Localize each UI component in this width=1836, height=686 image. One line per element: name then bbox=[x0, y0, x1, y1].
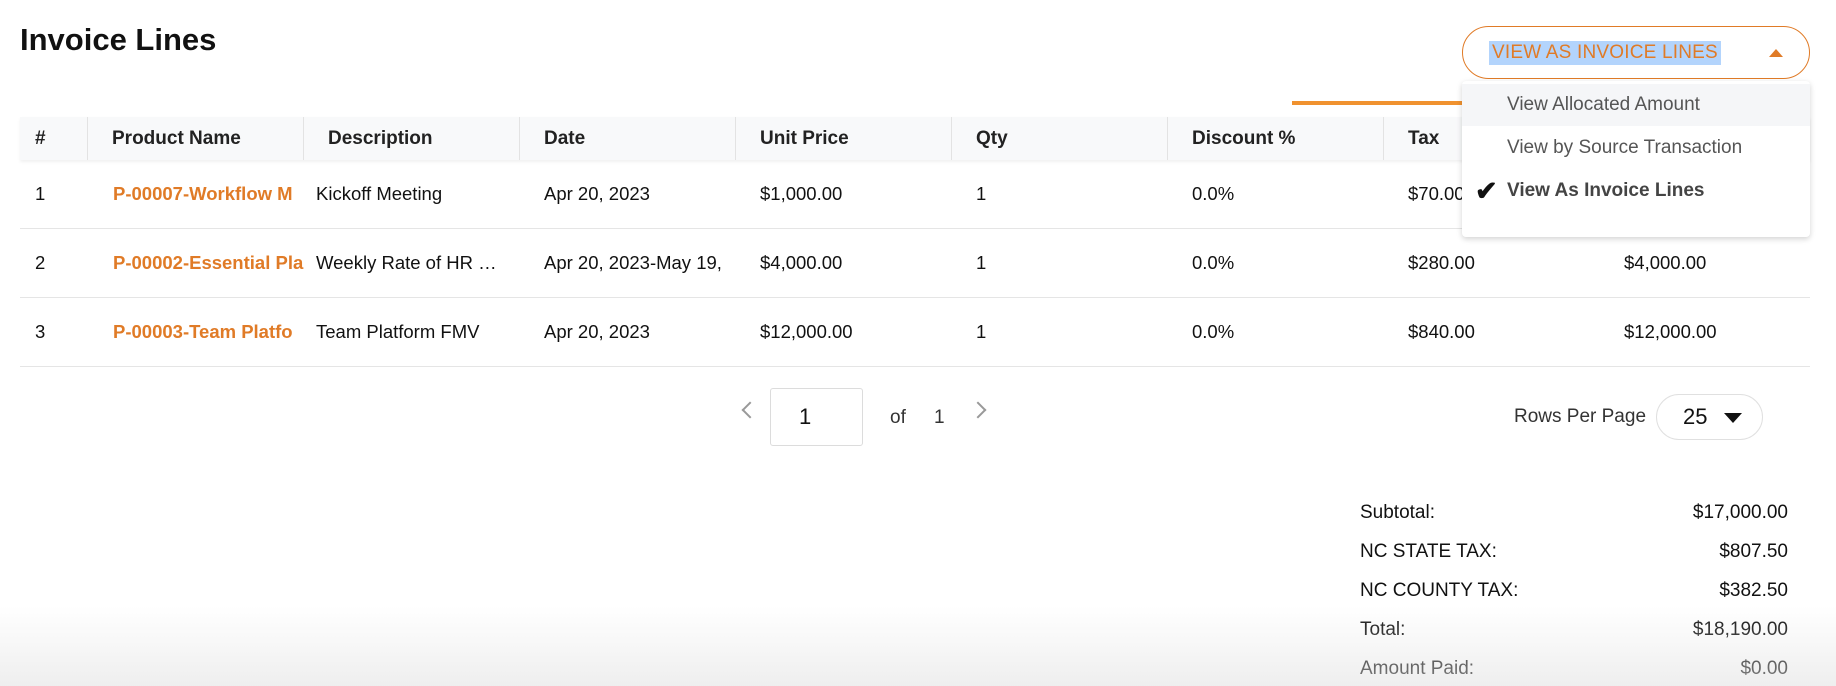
totals-label: Total: bbox=[1360, 618, 1406, 640]
chevron-right-icon[interactable] bbox=[969, 401, 987, 419]
row-number: 2 bbox=[35, 252, 46, 273]
rows-per-page-label: Rows Per Page bbox=[1514, 406, 1647, 427]
row-discount: 0.0% bbox=[1192, 252, 1235, 273]
rows-per-page-value: 25 bbox=[1683, 404, 1708, 429]
row-date: Apr 20, 2023 bbox=[544, 321, 650, 342]
row-unit-price: $1,000.00 bbox=[760, 183, 843, 204]
table-row: 3 P-00003-Team Platfo Team Platform FMV … bbox=[20, 298, 1810, 367]
rows-per-page-select[interactable]: 25 bbox=[1656, 394, 1763, 440]
totals-value: $0.00 bbox=[1740, 657, 1788, 679]
chevron-left-icon[interactable] bbox=[741, 401, 759, 419]
row-description: Kickoff Meeting bbox=[316, 183, 443, 204]
menu-item-view-as-invoice-lines[interactable]: ✔ View As Invoice Lines bbox=[1462, 170, 1810, 212]
view-mode-selected-label: VIEW AS INVOICE LINES bbox=[1489, 40, 1721, 65]
column-header-description[interactable]: Description bbox=[304, 117, 520, 160]
row-description: Team Platform FMV bbox=[316, 321, 480, 342]
menu-item-label: View As Invoice Lines bbox=[1507, 180, 1705, 201]
annotation-arrow-shaft bbox=[1292, 101, 1470, 105]
menu-item-label: View Allocated Amount bbox=[1507, 94, 1700, 115]
caret-down-icon bbox=[1724, 413, 1742, 423]
column-header-product-name[interactable]: Product Name bbox=[88, 117, 304, 160]
row-tax: $280.00 bbox=[1408, 252, 1475, 273]
column-header-number[interactable]: # bbox=[20, 117, 88, 160]
row-qty: 1 bbox=[976, 321, 987, 342]
table-row: 2 P-00002-Essential Pla Weekly Rate of H… bbox=[20, 229, 1810, 298]
row-description: Weekly Rate of HR … bbox=[304, 229, 520, 297]
view-mode-menu: View Allocated Amount View by Source Tra… bbox=[1462, 81, 1810, 237]
menu-item-view-by-source-transaction[interactable]: View by Source Transaction bbox=[1462, 127, 1810, 169]
totals-value: $18,190.00 bbox=[1692, 618, 1788, 640]
totals-label: Subtotal: bbox=[1360, 501, 1435, 523]
row-discount: 0.0% bbox=[1192, 183, 1235, 204]
row-unit-price: $4,000.00 bbox=[760, 252, 843, 273]
totals-value: $807.50 bbox=[1719, 540, 1788, 562]
row-amount: $4,000.00 bbox=[1624, 252, 1707, 273]
menu-item-view-allocated-amount[interactable]: View Allocated Amount bbox=[1462, 84, 1810, 126]
row-description-text: Weekly Rate of HR … bbox=[316, 252, 497, 273]
column-header-date[interactable]: Date bbox=[520, 117, 736, 160]
totals-label: Amount Paid: bbox=[1360, 657, 1475, 679]
column-header-discount[interactable]: Discount % bbox=[1168, 117, 1384, 160]
row-unit-price: $12,000.00 bbox=[760, 321, 853, 342]
row-date: Apr 20, 2023 bbox=[544, 183, 650, 204]
menu-item-label: View by Source Transaction bbox=[1507, 137, 1743, 158]
totals-value: $382.50 bbox=[1719, 579, 1788, 601]
row-qty: 1 bbox=[976, 183, 987, 204]
totals-row-county-tax: NC COUNTY TAX: $382.50 bbox=[1360, 571, 1788, 610]
totals-value: $17,000.00 bbox=[1692, 501, 1788, 523]
row-tax: $840.00 bbox=[1408, 321, 1475, 342]
caret-up-icon bbox=[1769, 49, 1783, 57]
totals-label: NC COUNTY TAX: bbox=[1360, 579, 1519, 601]
totals-row-total: Total: $18,190.00 bbox=[1360, 610, 1788, 649]
totals-row-subtotal: Subtotal: $17,000.00 bbox=[1360, 493, 1788, 532]
row-number: 3 bbox=[35, 321, 46, 342]
product-link[interactable]: P-00002-Essential Pla bbox=[88, 229, 304, 297]
check-icon: ✔ bbox=[1475, 176, 1498, 206]
invoice-totals: Subtotal: $17,000.00 NC STATE TAX: $807.… bbox=[1360, 493, 1788, 686]
product-link[interactable]: P-00003-Team Platfo bbox=[88, 298, 304, 366]
totals-row-amount-paid: Amount Paid: $0.00 bbox=[1360, 649, 1788, 686]
totals-label: NC STATE TAX: bbox=[1360, 540, 1497, 562]
row-amount: $12,000.00 bbox=[1624, 321, 1717, 342]
pagination-of-label: of bbox=[890, 407, 906, 428]
column-header-unit-price[interactable]: Unit Price bbox=[736, 117, 952, 160]
pagination-total-pages: 1 bbox=[934, 407, 945, 428]
row-qty: 1 bbox=[976, 252, 987, 273]
row-discount: 0.0% bbox=[1192, 321, 1235, 342]
product-link[interactable]: P-00007-Workflow M bbox=[88, 160, 304, 228]
view-mode-select[interactable]: VIEW AS INVOICE LINES bbox=[1462, 26, 1810, 79]
page-title: Invoice Lines bbox=[20, 22, 217, 57]
totals-row-state-tax: NC STATE TAX: $807.50 bbox=[1360, 532, 1788, 571]
page-number-input[interactable] bbox=[770, 388, 863, 446]
row-number: 1 bbox=[35, 183, 46, 204]
column-header-qty[interactable]: Qty bbox=[952, 117, 1168, 160]
row-date: Apr 20, 2023-May 19, bbox=[544, 252, 722, 273]
